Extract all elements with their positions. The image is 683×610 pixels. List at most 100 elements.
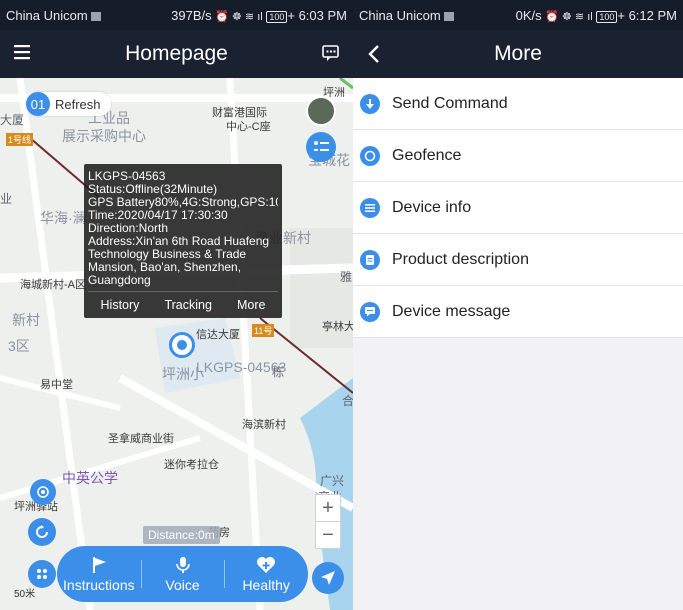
popup-battery: GPS Battery80%,4G:Strong,GPS:10: [88, 196, 278, 209]
map-scale: 50米: [14, 589, 36, 600]
apps-grid-icon[interactable]: [28, 560, 56, 588]
map-label: 信达大厦: [196, 329, 240, 341]
menu-item-product-description[interactable]: Product description: [353, 234, 683, 286]
clock: 6:12 PM: [628, 7, 677, 23]
map-label: 3区: [8, 338, 30, 354]
signal-icons: ⏰ ☸ ≋ ıl: [215, 10, 263, 23]
circle-icon: [360, 145, 380, 166]
instructions-label: Instructions: [63, 576, 135, 593]
carrier-group: China Unicom: [359, 8, 454, 23]
healthy-button[interactable]: Healthy: [224, 546, 308, 602]
menu-item-label: Send Command: [392, 94, 508, 112]
more-menu-list: Send Command Geofence Device info Produc…: [353, 78, 683, 338]
map-label: 亭林大: [322, 321, 353, 333]
map-view[interactable]: 大厦 工业品 展示采购中心 财富港国际 中心-C座 坪洲 1号线 宝城花 业 华…: [0, 78, 353, 610]
sim-icon: [90, 11, 101, 21]
page-title: More: [494, 42, 542, 65]
status-bar: China Unicom 397B/s ⏰ ☸ ≋ ıl 100 + 6:03 P…: [0, 0, 353, 30]
empty-area: [353, 338, 683, 610]
microphone-icon: [175, 556, 190, 573]
carrier-label: China Unicom: [6, 7, 88, 23]
map-label: 合: [342, 394, 353, 408]
device-location-marker[interactable]: [169, 332, 195, 358]
metro-line-badge: 1号线: [6, 133, 34, 146]
more-screen: China Unicom 0K/s ⏰ ☸ ≋ ıl 100 + 6:12 PM …: [353, 0, 683, 610]
flag-icon: [92, 556, 106, 573]
device-map-label: LKGPS-04563: [196, 359, 287, 375]
device-info-popup: LKGPS-04563 Status:Offline(32Minute) GPS…: [84, 164, 282, 318]
map-label: 海滨新村: [242, 419, 286, 431]
device-list-icon[interactable]: [306, 132, 336, 162]
popup-time: Time:2020/04/17 17:30:30: [88, 209, 228, 222]
network-speed: 397B/s: [171, 7, 212, 23]
map-label: 中英公学: [62, 470, 118, 486]
status-right: 397B/s ⏰ ☸ ≋ ıl 100 + 6:03 PM: [171, 7, 347, 23]
battery-icon: 100: [266, 10, 288, 23]
refresh-countdown: 01: [26, 92, 50, 116]
map-label: 大厦: [0, 113, 25, 127]
sim-icon: [443, 11, 454, 21]
map-label: 中心-C座: [226, 121, 271, 133]
menu-item-label: Product description: [392, 250, 529, 268]
healthy-label: Healthy: [242, 576, 290, 593]
map-label: 华海·澜: [40, 210, 87, 226]
map-label: 新村: [12, 312, 40, 328]
locate-me-icon[interactable]: [30, 479, 56, 505]
network-speed: 0K/s: [515, 7, 542, 23]
navigate-arrow-icon[interactable]: [312, 562, 344, 594]
document-icon: [360, 249, 380, 270]
voice-button[interactable]: Voice: [140, 546, 225, 602]
map-label: 业: [0, 192, 13, 206]
zoom-in-button[interactable]: +: [316, 495, 340, 521]
refresh-button[interactable]: 01 Refresh: [26, 92, 111, 116]
metro-line-badge: 11号: [252, 324, 275, 337]
map-label: 圣拿威商业街: [108, 433, 174, 445]
back-chevron-icon[interactable]: [367, 44, 381, 68]
refresh-label: Refresh: [55, 96, 101, 112]
app-header: More: [353, 30, 683, 78]
popup-address: Address:Xin'an 6th Road Huafeng Technolo…: [88, 234, 270, 287]
avatar[interactable]: [306, 96, 336, 126]
chat-bubble-icon[interactable]: [321, 43, 341, 68]
carrier-label: China Unicom: [359, 7, 441, 23]
menu-item-label: Device info: [392, 198, 472, 216]
status-right: 0K/s ⏰ ☸ ≋ ıl 100 + 6:12 PM: [515, 7, 677, 23]
history-button[interactable]: History: [97, 298, 144, 312]
map-label: 易中堂: [40, 379, 73, 391]
battery-icon: 100: [596, 10, 618, 23]
menu-item-geofence[interactable]: Geofence: [353, 130, 683, 182]
message-icon: [360, 301, 380, 322]
carrier-group: China Unicom: [6, 8, 101, 23]
popup-device-name: LKGPS-04563: [88, 170, 166, 183]
list-icon: [360, 197, 380, 218]
rotate-refresh-icon[interactable]: [28, 518, 56, 546]
map-label: 展示采购中心: [62, 128, 146, 144]
map-label: 雅: [340, 270, 353, 284]
menu-item-device-info[interactable]: Device info: [353, 182, 683, 234]
map-label: 迷你考拉仓: [164, 459, 219, 471]
map-label: 广兴: [320, 474, 345, 488]
popup-actions: History Tracking More: [88, 291, 278, 318]
map-label: 海城新村-A区: [20, 279, 86, 291]
clock: 6:03 PM: [298, 7, 347, 23]
menu-item-label: Device message: [392, 302, 511, 320]
menu-item-label: Geofence: [392, 146, 462, 164]
status-bar: China Unicom 0K/s ⏰ ☸ ≋ ıl 100 + 6:12 PM: [353, 0, 683, 30]
more-button[interactable]: More: [233, 298, 269, 312]
page-title: Homepage: [125, 42, 228, 65]
hamburger-menu-icon[interactable]: [14, 44, 32, 64]
menu-item-device-message[interactable]: Device message: [353, 286, 683, 338]
distance-readout: Distance:0m: [143, 526, 220, 544]
tracking-button[interactable]: Tracking: [160, 298, 215, 312]
download-arrow-icon: [360, 93, 380, 114]
voice-label: Voice: [165, 576, 200, 593]
app-header: Homepage: [0, 30, 353, 78]
popup-status: Status:Offline(32Minute): [88, 183, 218, 196]
instructions-button[interactable]: Instructions: [57, 546, 141, 602]
homepage-screen: China Unicom 397B/s ⏰ ☸ ≋ ıl 100 + 6:03 P…: [0, 0, 353, 610]
zoom-control: + −: [315, 494, 341, 549]
bottom-action-bar: Instructions Voice Healthy: [57, 546, 308, 602]
zoom-out-button[interactable]: −: [316, 521, 340, 548]
signal-icons: ⏰ ☸ ≋ ıl: [545, 10, 593, 23]
menu-item-send-command[interactable]: Send Command: [353, 78, 683, 130]
